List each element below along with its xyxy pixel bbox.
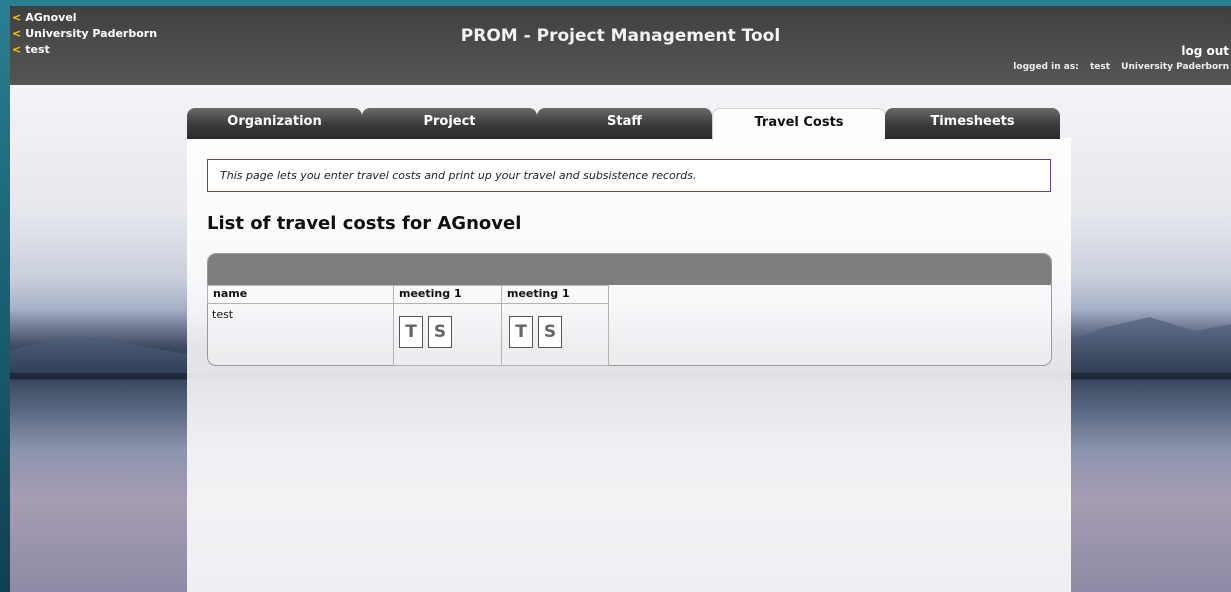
column-header-name: name bbox=[207, 285, 394, 304]
tab-staff[interactable]: Staff bbox=[537, 108, 712, 139]
back-arrow-icon: < bbox=[12, 11, 22, 24]
subsistence-button[interactable]: S bbox=[538, 316, 562, 348]
column-header-meeting: meeting 1 bbox=[501, 285, 609, 304]
logged-in-label: logged in as: bbox=[1013, 62, 1079, 72]
tab-project[interactable]: Project bbox=[362, 108, 537, 139]
logged-in-info: logged in as: test University Paderborn bbox=[1005, 62, 1229, 72]
breadcrumb-item-organization[interactable]: < AGnovel bbox=[12, 10, 157, 26]
table-cell-name: test bbox=[207, 303, 394, 366]
app-title: PROM - Project Management Tool bbox=[460, 26, 781, 46]
tab-timesheets[interactable]: Timesheets bbox=[885, 108, 1060, 139]
info-message: This page lets you enter travel costs an… bbox=[207, 159, 1051, 192]
app-header: < AGnovel < University Paderborn < test PRO… bbox=[10, 6, 1231, 85]
tab-organization[interactable]: Organization bbox=[187, 108, 362, 139]
column-header-meeting: meeting 1 bbox=[393, 285, 502, 304]
tab-travel-costs[interactable]: Travel Costs bbox=[712, 108, 886, 140]
tab-bar: Organization Project Staff Travel Costs … bbox=[187, 108, 1071, 140]
travel-cost-button[interactable]: T bbox=[399, 316, 423, 348]
page-title: List of travel costs for AGnovel bbox=[207, 213, 522, 234]
logout-link[interactable]: log out bbox=[1181, 44, 1229, 58]
logged-in-user: test bbox=[1089, 62, 1111, 72]
travel-cost-button[interactable]: T bbox=[509, 316, 533, 348]
subsistence-button[interactable]: S bbox=[428, 316, 452, 348]
table-title-bar bbox=[208, 254, 1051, 285]
window-frame-left bbox=[0, 0, 10, 592]
logged-in-org: University Paderborn bbox=[1121, 62, 1229, 72]
